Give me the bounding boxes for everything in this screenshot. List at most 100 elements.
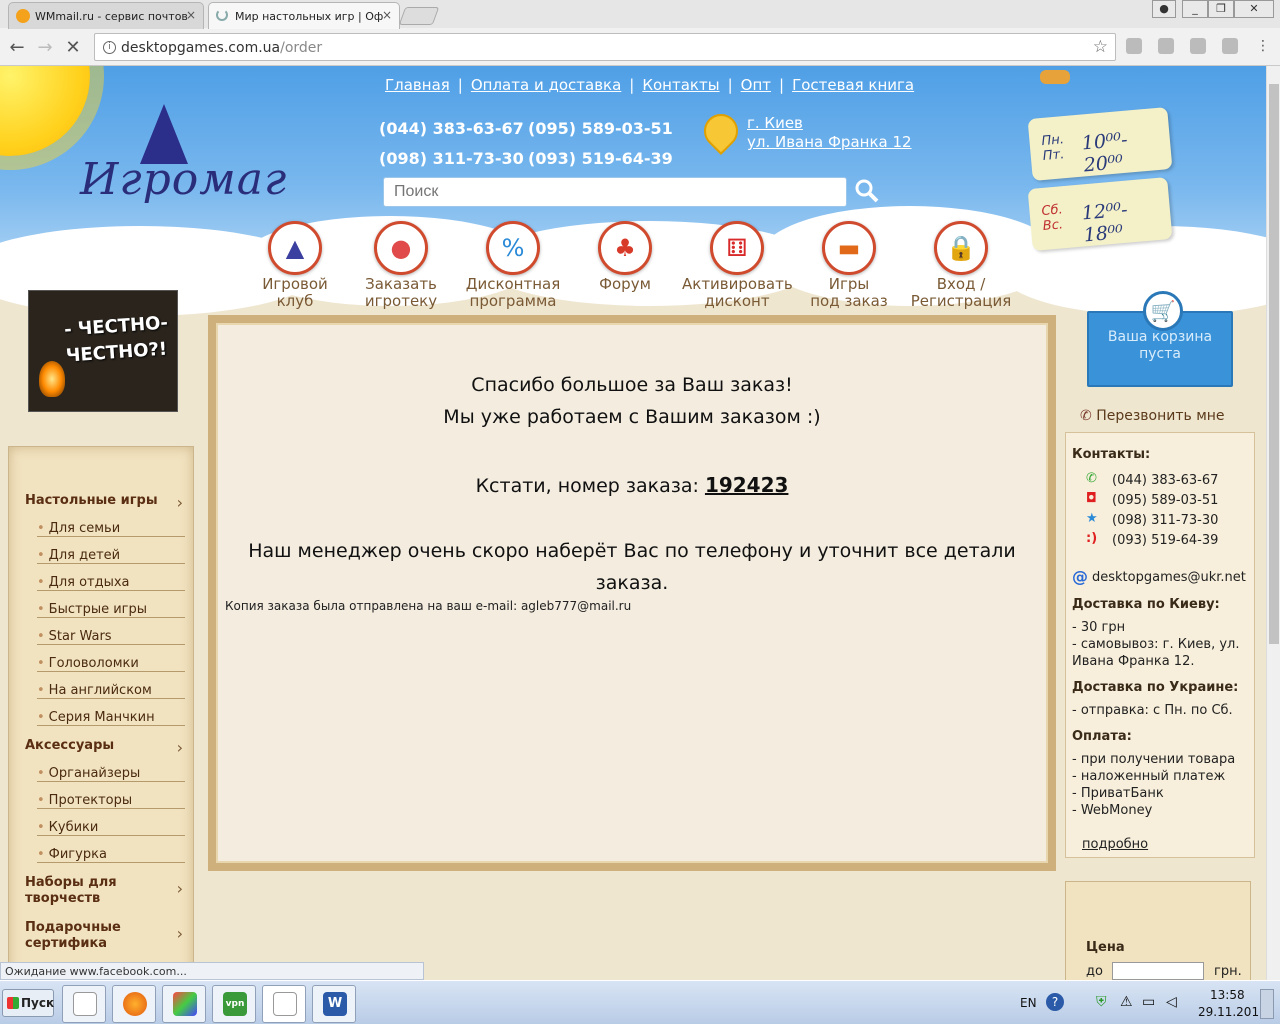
page-scrollbar[interactable] [1266,66,1280,980]
start-button[interactable]: Пуск [2,989,54,1017]
menu-item-english[interactable]: На английском [37,683,185,699]
taskbar-explorer[interactable] [62,985,106,1023]
menu-accessories[interactable]: Аксессуары › [25,738,185,757]
price-filter: Цена до грн. [1065,881,1251,980]
volume-icon[interactable]: ◁ [1166,994,1177,1010]
category-wizard-hat[interactable]: ▲ Игровой клуб [240,221,350,309]
store-address[interactable]: г. Киев ул. Ивана Франка 12 [747,114,912,152]
search-icon[interactable] [854,178,880,204]
callback-link[interactable]: ✆ Перезвонить мне [1080,408,1225,424]
close-window-button[interactable]: ✕ [1234,0,1274,18]
site-logo[interactable]: Игромаг [80,154,287,205]
language-indicator[interactable]: EN [1020,996,1037,1010]
site-info-icon[interactable]: i [103,41,116,54]
vpn-shield-icon: vpn [223,992,247,1016]
stop-loading-icon[interactable]: ✕ [62,37,84,58]
contact-email[interactable]: desktopgames@ukr.net [1092,570,1246,585]
category-padlock[interactable]: 🔒 Вход / Регистрация [906,221,1016,309]
extension-icon[interactable] [1222,38,1238,54]
tab-close-icon[interactable]: × [382,8,392,22]
taskbar-paint[interactable] [162,985,206,1023]
extension-icon[interactable] [1126,38,1142,54]
taskbar-notepad[interactable] [262,985,306,1023]
maximize-button[interactable]: ❐ [1208,0,1234,18]
menu-board-games[interactable]: Настольные игры › [25,493,185,512]
address-city: г. Киев [747,114,803,132]
category-menu: Настольные игры › Для семьи Для детей Для… [8,446,194,980]
wizard-hat-icon: ▲ [268,221,322,275]
tab-close-icon[interactable]: × [186,8,196,22]
scrollbar-thumb[interactable] [1269,84,1279,644]
header-phone-2: (095) 589-03-51 [528,119,673,138]
menu-item-munchkin[interactable]: Серия Манчкин [37,710,185,726]
extension-icon[interactable] [1158,38,1174,54]
menu-label: Настольные игры [25,493,158,508]
minimize-button[interactable]: _ [1182,0,1208,18]
nav-home-link[interactable]: Главная [385,76,450,94]
browser-status-bar: Ожидание www.facebook.com... [0,962,424,980]
menu-item-star-wars[interactable]: Star Wars [37,629,185,645]
price-label: Цена [1086,940,1125,955]
clock-date[interactable]: 29.11.2016 [1198,1005,1267,1019]
menu-item-sleeves[interactable]: Протекторы [37,793,185,809]
nav-payment-delivery-link[interactable]: Оплата и доставка [471,76,621,94]
category-label-line2: программа [469,292,557,310]
order-prefix: Кстати, номер заказа: [475,475,699,497]
category-truck[interactable]: ▬ Игры под заказ [794,221,904,309]
extension-lock-icon[interactable] [1190,38,1206,54]
payment-item: - наложенный платеж [1072,769,1226,784]
menu-creative-kits[interactable]: Наборы для творчеств › [25,875,185,907]
menu-item-organizers[interactable]: Органайзеры [37,766,185,782]
menu-label: сертифика [25,936,108,951]
search-input[interactable] [383,177,847,207]
help-icon[interactable]: ? [1046,993,1064,1011]
nav-contacts-link[interactable]: Контакты [642,76,719,94]
category-meeples[interactable]: ♣ Форум [570,221,680,293]
tab-desktopgames[interactable]: Мир настольных игр | Оф × [208,2,400,29]
tab-wmmail[interactable]: WMmail.ru - сервис почтов × [8,2,204,29]
clock-time[interactable]: 13:58 [1210,988,1245,1002]
chevron-right-icon: › [176,493,183,512]
url-path: /order [280,40,323,56]
menu-dots-icon[interactable]: ⋮ [1252,38,1274,54]
taskbar-firefox[interactable] [112,985,156,1023]
profile-icon[interactable]: ● [1152,0,1176,18]
taskbar-vpn[interactable]: vpn [212,985,256,1023]
menu-item-leisure[interactable]: Для отдыха [37,575,185,591]
address-street: ул. Ивана Франка 12 [747,133,912,151]
menu-gift-certificates[interactable]: Подарочные сертифика › [25,920,185,952]
padlock-icon: 🔒 [934,221,988,275]
menu-item-quick-games[interactable]: Быстрые игры [37,602,185,618]
taskbar-word[interactable]: W [312,985,356,1023]
monitor-icon[interactable]: ▭ [1142,994,1155,1010]
shopping-cart-icon: 🛒 [1143,291,1183,331]
bookmark-star-icon[interactable]: ☆ [1093,37,1108,57]
back-arrow-icon[interactable]: ← [6,37,28,58]
document-icon [73,992,97,1016]
cart-widget[interactable]: 🛒 Ваша корзина пуста [1087,291,1233,387]
forward-arrow-icon[interactable]: → [34,37,56,58]
header-phone-4: (093) 519-64-39 [528,149,673,168]
price-max-input[interactable] [1112,962,1204,980]
header-phone-3: (098) 311-73-30 [379,149,524,168]
show-desktop-button[interactable] [1260,989,1274,1019]
menu-item-figurine[interactable]: Фигурка [37,847,185,863]
nav-wholesale-link[interactable]: Опт [741,76,771,94]
menu-item-puzzles[interactable]: Головоломки [37,656,185,672]
chevron-right-icon: › [176,738,183,757]
menu-item-family[interactable]: Для семьи [37,521,185,537]
firefox-icon [123,992,147,1016]
menu-label: Аксессуары [25,738,115,753]
shield-icon[interactable]: ⛨ [1096,994,1107,1010]
address-bar[interactable]: i desktopgames.com.ua/order ☆ [94,33,1116,61]
new-tab-button[interactable] [398,7,440,25]
nav-guestbook-link[interactable]: Гостевая книга [792,76,914,94]
promo-banner[interactable]: - ЧЕСТНО- ЧЕСТНО?! [28,290,178,412]
network-icon[interactable]: ⚠ [1120,994,1133,1010]
menu-item-kids[interactable]: Для детей [37,548,185,564]
category-balloons[interactable]: ● Заказать игротеку [346,221,456,309]
category-dice[interactable]: ⚅ Активировать дисконт [682,221,793,309]
menu-item-dice[interactable]: Кубики [37,820,185,836]
category-percent[interactable]: % Дисконтная программа [458,221,568,309]
more-details-link[interactable]: подробно [1082,836,1148,853]
